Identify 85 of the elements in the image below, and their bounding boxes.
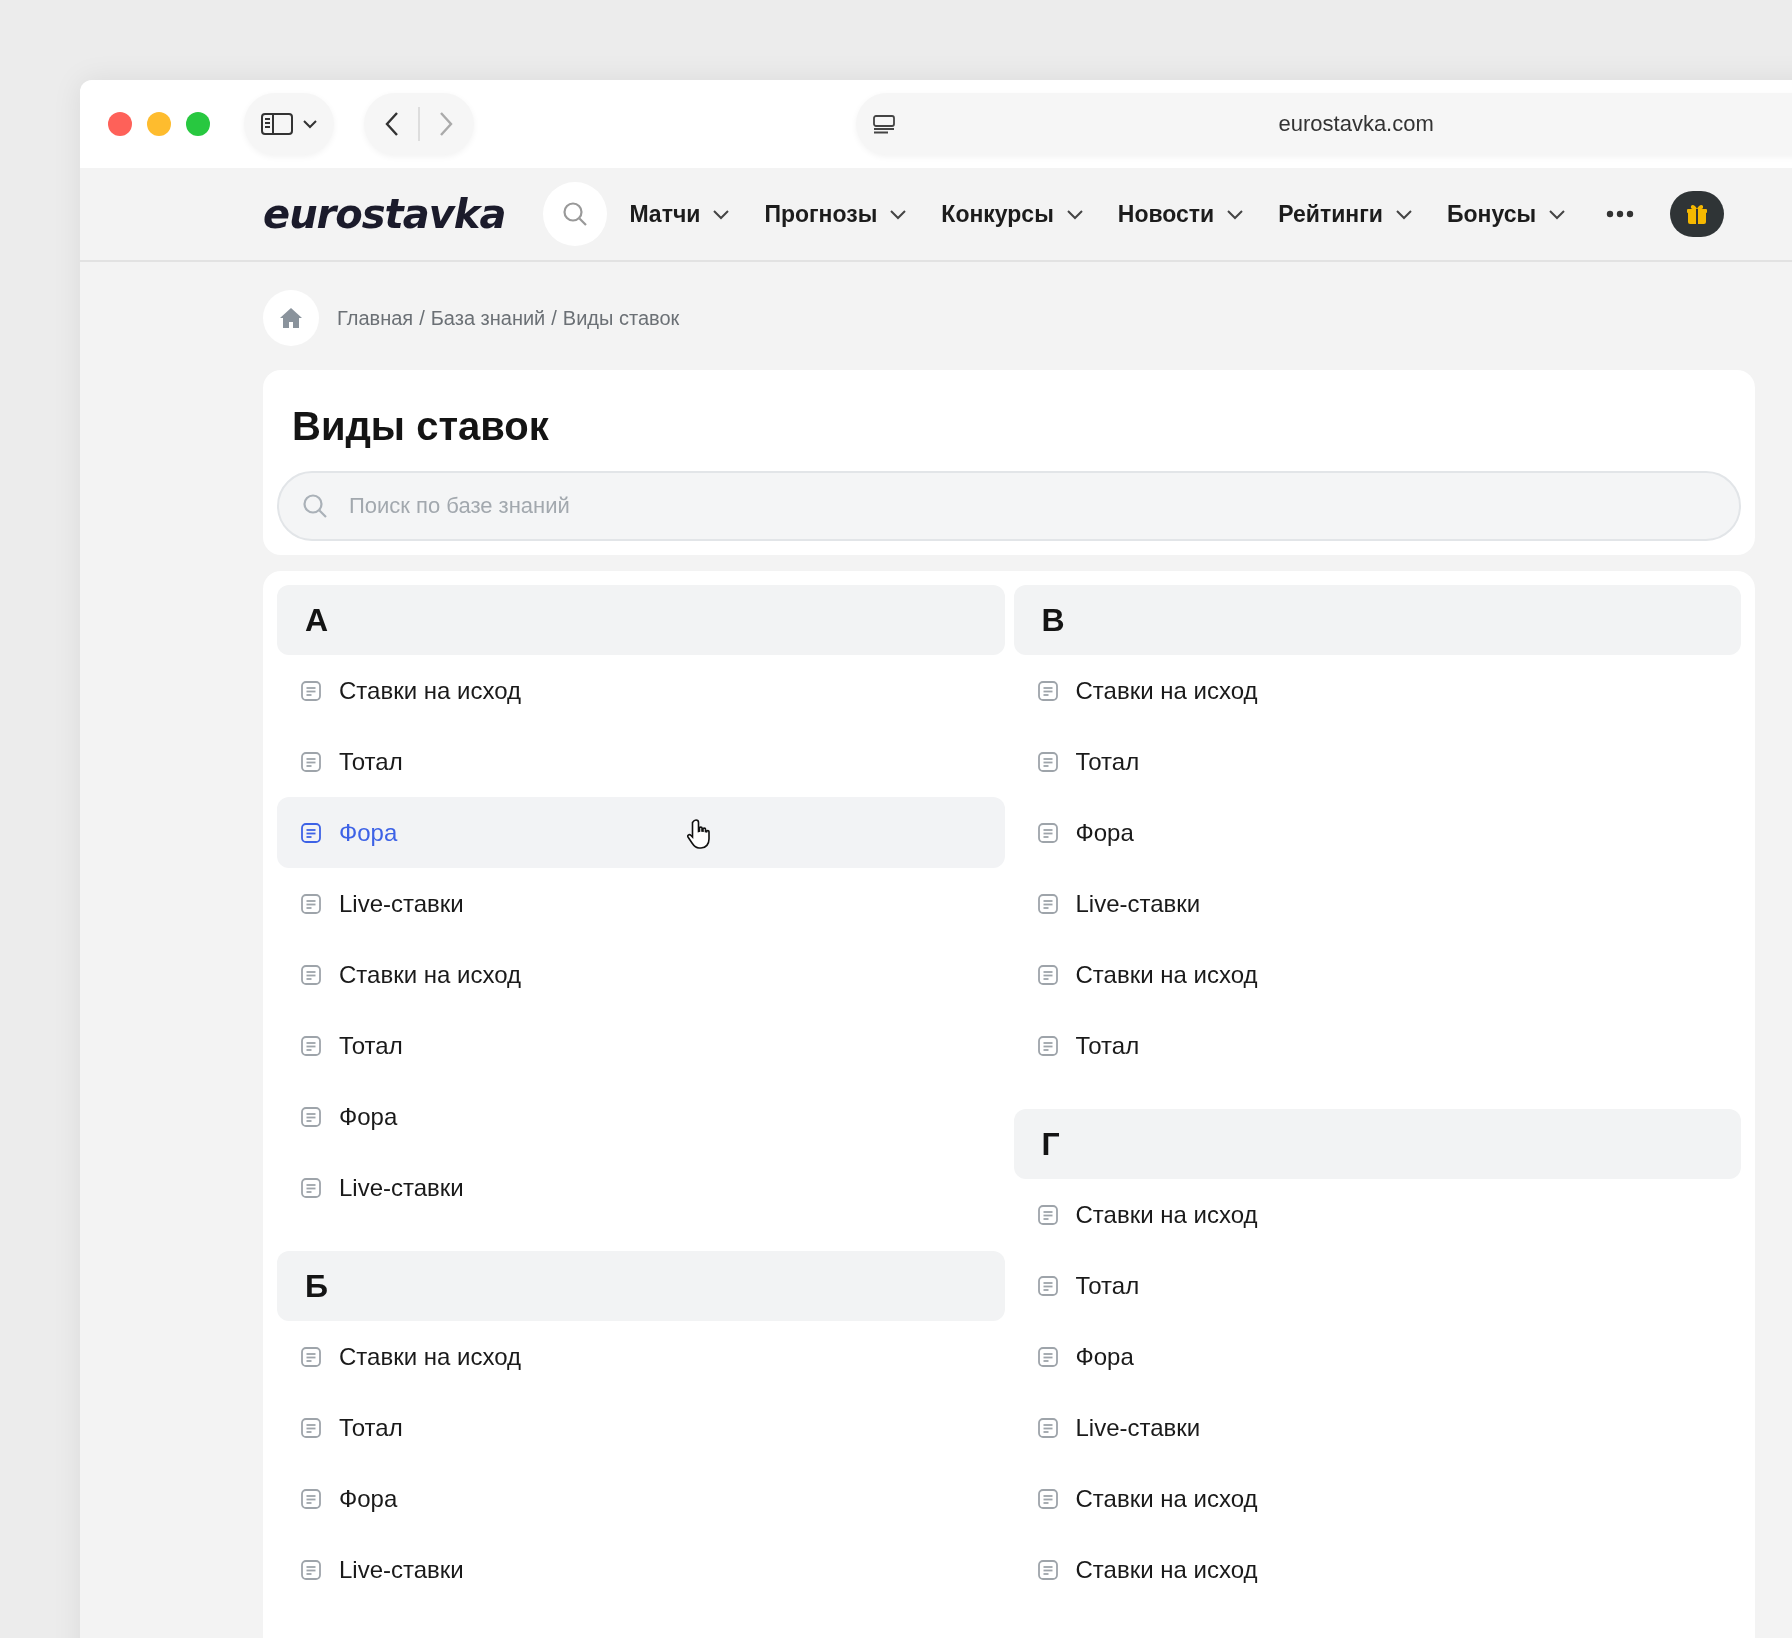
article-link[interactable]: Тотал [277, 1392, 1005, 1463]
document-icon [1035, 891, 1060, 916]
chevron-down-icon [712, 208, 731, 220]
article-link[interactable]: Ставки на исход [277, 655, 1005, 726]
nav-menu-item[interactable]: Конкурсы [941, 200, 1084, 228]
article-link[interactable]: Live-ставки [1013, 868, 1741, 939]
article-link[interactable]: Live-ставки [1013, 1392, 1741, 1463]
document-icon [1035, 1344, 1060, 1369]
article-link[interactable]: Ставки на исход [1013, 1463, 1741, 1534]
section-letter-header: Г [1013, 1109, 1741, 1179]
document-icon [1035, 1273, 1060, 1298]
article-link[interactable]: Live-ставки [277, 868, 1005, 939]
chevron-down-icon [302, 118, 318, 130]
document-icon [299, 1104, 323, 1129]
nav-menu-item[interactable]: Рейтинги [1278, 200, 1413, 228]
chevron-down-icon [1065, 208, 1084, 220]
chevron-down-icon [1394, 208, 1413, 220]
search-field[interactable]: Поиск по базе знаний [277, 471, 1741, 541]
article-link[interactable]: Ставки на исход [1013, 1534, 1741, 1605]
close-button[interactable] [108, 112, 132, 136]
breadcrumb-link[interactable]: Главная [337, 306, 414, 329]
article-link[interactable]: Ставки на исход [277, 939, 1005, 1010]
current-page-label: Виды ставок [562, 306, 680, 329]
article-link[interactable]: Live-ставки [277, 1152, 1005, 1223]
article-link[interactable]: Live-ставки [277, 1534, 1005, 1605]
address-bar[interactable]: eurostavka.com [855, 93, 1792, 155]
zoom-button[interactable] [186, 112, 210, 136]
document-icon [299, 1344, 323, 1369]
breadcrumb-separator: / [551, 306, 557, 329]
chevron-down-icon [889, 208, 908, 220]
chevron-down-icon [1548, 208, 1567, 220]
nav-menu-item[interactable]: Прогнозы [764, 200, 908, 228]
article-link[interactable]: Ставки на исход [1013, 1179, 1741, 1250]
section-letter-header: А [277, 585, 1005, 655]
section-letter-header: Б [277, 1251, 1005, 1321]
article-link[interactable]: Тотал [1013, 1010, 1741, 1081]
url-text: eurostavka.com [1278, 111, 1434, 137]
gift-button[interactable] [1670, 191, 1725, 237]
document-icon [299, 820, 323, 845]
document-icon [1035, 678, 1060, 703]
document-icon [299, 891, 323, 916]
article-link[interactable]: Фора [277, 1081, 1005, 1152]
article-link[interactable]: Фора [1013, 1321, 1741, 1392]
more-icon[interactable] [1606, 210, 1635, 218]
article-link[interactable]: Фора [277, 1463, 1005, 1534]
document-icon [1035, 749, 1060, 774]
article-link[interactable]: Тотал [1013, 1250, 1741, 1321]
document-icon [299, 1033, 323, 1058]
minimize-button[interactable] [147, 112, 171, 136]
chevron-down-icon [1226, 208, 1245, 220]
document-icon [1035, 962, 1060, 987]
article-link[interactable]: Ставки на исход [1013, 655, 1741, 726]
document-icon [299, 962, 323, 987]
breadcrumb-link[interactable]: База знаний [430, 306, 546, 329]
article-link[interactable]: Тотал [277, 1010, 1005, 1081]
home-icon [279, 307, 303, 329]
reader-icon [871, 114, 896, 134]
article-link[interactable]: Ставки на исход [277, 1321, 1005, 1392]
article-link[interactable]: Тотал [1013, 726, 1741, 797]
breadcrumb-separator: / [419, 306, 425, 329]
section-letter-header: В [1013, 585, 1741, 655]
document-icon [1035, 1557, 1060, 1582]
document-icon [299, 678, 323, 703]
article-link[interactable]: Тотал [277, 726, 1005, 797]
article-link[interactable]: Ставки на исход [1013, 939, 1741, 1010]
article-link[interactable]: Фора [1013, 797, 1741, 868]
document-icon [299, 1175, 323, 1200]
document-icon [1035, 1202, 1060, 1227]
document-icon [299, 1415, 323, 1440]
page-title: Виды ставок [292, 404, 550, 449]
gift-icon [1685, 202, 1710, 226]
search-icon [301, 492, 329, 520]
nav-menu-item[interactable]: Новости [1117, 200, 1245, 228]
article-link[interactable]: Фора [277, 797, 1005, 868]
document-icon [1035, 1486, 1060, 1511]
document-icon [299, 1486, 323, 1511]
document-icon [1035, 1033, 1060, 1058]
nav-menu-item[interactable]: Бонусы [1446, 200, 1567, 228]
sidebar-icon [260, 111, 294, 137]
logo[interactable]: eurostavka [263, 191, 506, 237]
nav-menu-item[interactable]: Матчи [629, 200, 731, 228]
document-icon [299, 749, 323, 774]
document-icon [1035, 1415, 1060, 1440]
document-icon [1035, 820, 1060, 845]
document-icon [299, 1557, 323, 1582]
